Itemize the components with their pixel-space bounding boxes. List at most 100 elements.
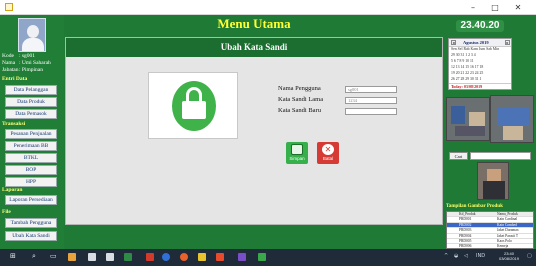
notification-icon[interactable]: ▢ (527, 253, 532, 259)
calendar-month: Agustus 2019 (463, 40, 489, 45)
section-laporan-label: Laporan (2, 187, 23, 193)
table-cell: PRD002 (459, 222, 472, 227)
product-photo-2 (490, 95, 534, 143)
table-cell: Kaos Polo (497, 238, 512, 243)
running-app-icon[interactable] (258, 253, 266, 261)
user-kode-label: Kode (2, 53, 14, 59)
store-icon[interactable] (106, 253, 114, 261)
gallery-label: Tampilan Gambar Produk (446, 204, 503, 209)
visual-studio-icon[interactable] (238, 253, 246, 261)
user-jabatan-value: : Pimpinan (19, 67, 43, 73)
cari-input[interactable] (470, 152, 531, 160)
app-icon (5, 3, 13, 11)
task-view-icon[interactable]: ▭ (50, 252, 57, 260)
menu-laporan-persediaan[interactable]: Laporan Persediaan (5, 195, 57, 205)
menu-data-pelanggan[interactable]: Data Pelanggan (5, 85, 57, 95)
section-file-label: File (2, 209, 11, 215)
volume-icon[interactable]: ◁ (464, 253, 468, 259)
grid-header-nama: Nama_Produk (497, 212, 518, 216)
table-cell: PRD003 (459, 228, 472, 233)
table-cell: PRD005 (459, 238, 472, 243)
mail-icon[interactable] (88, 253, 96, 261)
menu-ubah-kata-sandi[interactable]: Ubah Kata Sandi (5, 231, 57, 241)
user-avatar (18, 18, 46, 52)
excel-icon[interactable] (124, 253, 132, 261)
product-grid[interactable]: Kd_Produk Nama_Produk PRD001 Kain Cardin… (446, 211, 534, 249)
table-cell: PRD004 (459, 233, 472, 238)
firefox-icon[interactable] (180, 253, 188, 261)
sidebar: Kode : sg001 Nama: Umi Saharah Jabatan: P… (0, 15, 64, 249)
batal-button[interactable]: ✕ Batal (317, 142, 339, 164)
menu-data-produk[interactable]: Data Produk (5, 97, 57, 107)
table-cell: PRD006 (459, 244, 472, 249)
menu-btkl[interactable]: BTKL (5, 153, 57, 163)
section-entri-label: Entri Data (2, 76, 28, 82)
menu-data-pemasok[interactable]: Data Pemasok (5, 109, 57, 119)
calendar-today[interactable]: Today: 03/08/2019 (449, 83, 511, 90)
search-icon[interactable]: ⌕ (32, 252, 36, 261)
menu-pesanan-penjualan[interactable]: Pesanan Penjualan (5, 129, 57, 139)
taskbar-clock[interactable]: 23:40 03/08/2019 (495, 251, 523, 261)
menu-hpp[interactable]: HPP (5, 177, 57, 187)
close-button[interactable]: ✕ (507, 0, 529, 15)
product-photo-3 (477, 162, 509, 200)
lock-image (148, 72, 238, 139)
table-cell: PRD001 (459, 217, 472, 222)
cancel-icon: ✕ (322, 144, 334, 155)
taskbar: ⊞ ⌕ ▭ ^ ◒ ◁ IND 23:40 03/08/2019 ▢ (0, 249, 536, 266)
product-photo-1 (446, 97, 490, 141)
table-cell: Jaket Parasit T (497, 233, 519, 238)
digital-clock: 23.40.20 (456, 20, 504, 32)
menu-bop[interactable]: BOP (5, 165, 57, 175)
panel-header: Ubah Kata Sandi (66, 38, 442, 57)
user-kode-value: : sg001 (19, 53, 36, 59)
menu-penerimaan-bb[interactable]: Penerimaan BB (5, 141, 57, 151)
label-kata-sandi-lama: Kata Sandi Lama (278, 96, 324, 103)
simpan-button[interactable]: Simpan (286, 142, 308, 164)
user-nama: Nama: Umi Saharah (2, 60, 51, 66)
user-nama-value: : Umi Saharah (19, 60, 51, 66)
calendar-next-icon[interactable]: ▸ (505, 40, 510, 45)
grid-header-kd: Kd_Produk (459, 212, 476, 216)
lock-icon (172, 81, 216, 131)
powerpoint-icon[interactable] (216, 253, 224, 261)
network-icon[interactable]: ◒ (454, 253, 458, 259)
tray-arrow-icon[interactable]: ^ (444, 253, 448, 259)
language-indicator[interactable]: IND (476, 253, 485, 259)
kata-sandi-lama-field[interactable]: 1234 (345, 97, 397, 104)
simpan-label: Simpan (289, 156, 305, 161)
app-shortcut-icon[interactable] (68, 253, 76, 261)
section-transaksi-label: Transaksi (2, 121, 26, 127)
kata-sandi-baru-field[interactable] (345, 108, 397, 115)
table-cell: Kain Cardinal (497, 217, 518, 222)
label-kata-sandi-baru: Kata Sandi Baru (278, 107, 321, 114)
label-nama-pengguna: Nama Pengguna (278, 85, 321, 92)
folder-icon[interactable] (198, 253, 206, 261)
table-cell: Jaket Duramax (497, 228, 519, 233)
table-cell: Kemeja (497, 244, 509, 249)
user-kode: Kode : sg001 (2, 53, 35, 59)
table-cell: Kain Combed (497, 222, 518, 227)
user-jabatan-label: Jabatan (2, 67, 19, 73)
red-app-icon[interactable] (146, 253, 154, 261)
cari-button[interactable]: Cari (449, 152, 468, 160)
batal-label: Batal (322, 156, 334, 161)
main-banner: Menu Utama (64, 15, 444, 33)
windows-start-icon[interactable]: ⊞ (10, 252, 16, 260)
menu-tambah-pengguna[interactable]: Tambah Pengguna (5, 218, 57, 228)
edge-icon[interactable] (162, 253, 170, 261)
calendar-prev-icon[interactable]: ◂ (451, 40, 456, 45)
calendar[interactable]: ◂ Agustus 2019 ▸ Sen Sel Rab Kam Jum Sab… (448, 38, 512, 90)
panel-title: Ubah Kata Sandi (220, 42, 288, 52)
minimize-button[interactable]: – (462, 0, 484, 15)
maximize-button[interactable]: □ (484, 0, 506, 15)
window-titlebar: – □ ✕ (0, 0, 536, 15)
taskbar-date: 03/08/2019 (498, 256, 520, 261)
right-panel: 23.40.20 ◂ Agustus 2019 ▸ Sen Sel Rab Ka… (444, 15, 536, 249)
banner-title: Menu Utama (217, 16, 291, 31)
user-nama-label: Nama (2, 60, 16, 66)
user-jabatan: Jabatan: Pimpinan (2, 67, 43, 73)
nama-pengguna-field[interactable]: sg001 (345, 86, 397, 93)
calendar-header: ◂ Agustus 2019 ▸ (449, 39, 511, 47)
ubah-kata-sandi-panel: Ubah Kata Sandi Nama Pengguna Kata Sandi… (65, 37, 443, 225)
